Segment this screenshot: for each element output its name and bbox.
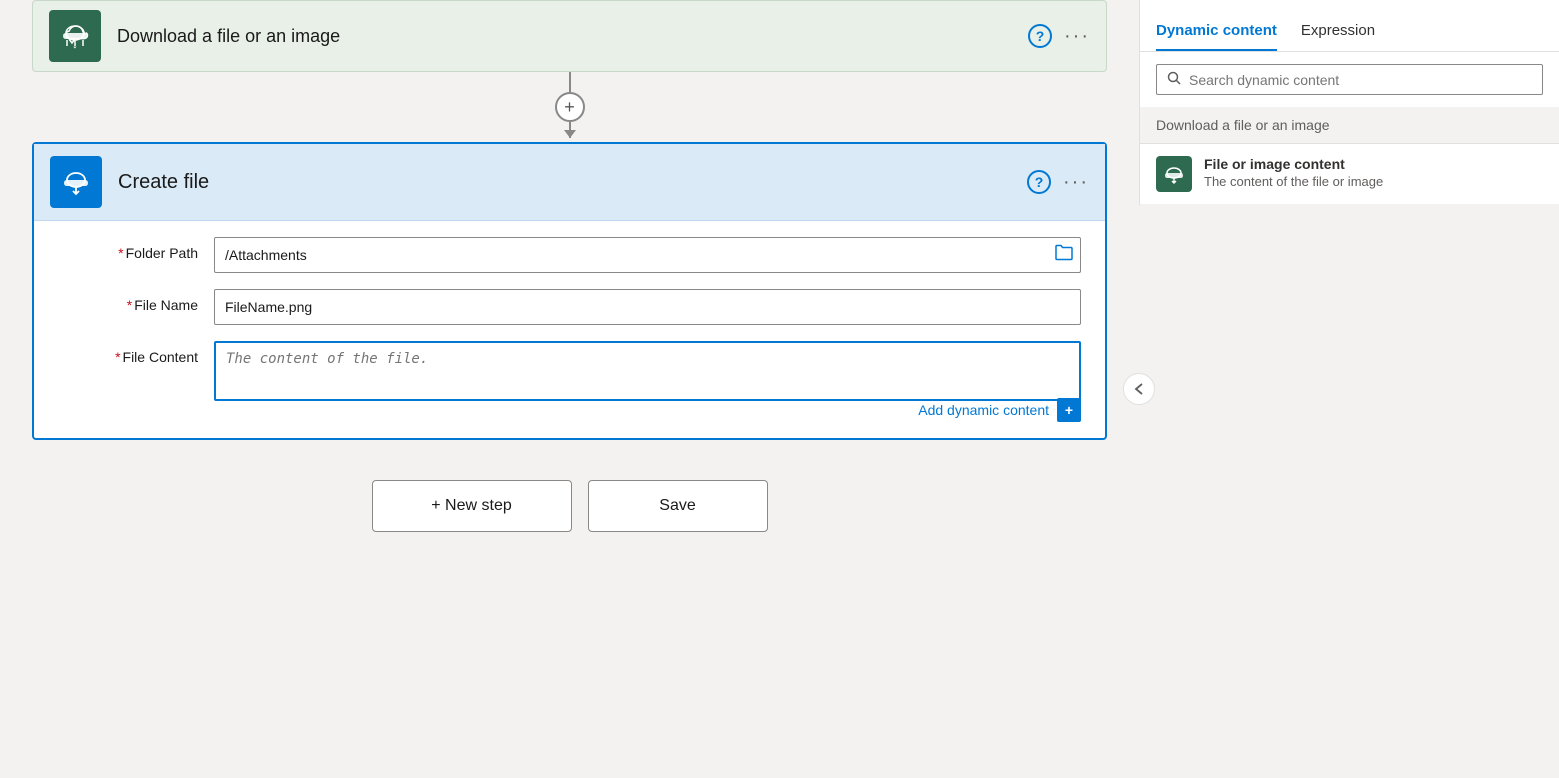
create-file-card-icon	[50, 156, 102, 208]
folder-path-label: *Folder Path	[58, 237, 198, 261]
browse-folder-button[interactable]	[1055, 245, 1073, 266]
connector-line-top	[569, 72, 571, 92]
content-item-text: File or image content The content of the…	[1204, 156, 1383, 189]
content-item-title: File or image content	[1204, 156, 1383, 172]
connector-arrow	[569, 122, 571, 138]
create-file-more-button[interactable]: ···	[1063, 171, 1089, 194]
download-card-actions: ? ···	[1028, 24, 1090, 48]
download-help-button[interactable]: ?	[1028, 24, 1052, 48]
save-button[interactable]: Save	[588, 480, 768, 532]
search-icon	[1167, 71, 1181, 88]
bottom-actions: + New step Save	[372, 480, 768, 532]
dynamic-content-item[interactable]: File or image content The content of the…	[1140, 144, 1559, 205]
create-file-action-card: Create file ? ··· *Folder Path	[32, 142, 1107, 440]
download-action-card: ↓ Download a file or an image ? ···	[32, 0, 1107, 72]
download-card-icon: ↓	[49, 10, 101, 62]
file-content-textarea[interactable]	[214, 341, 1081, 401]
folder-path-input[interactable]	[214, 237, 1081, 273]
add-step-button[interactable]: +	[555, 92, 585, 122]
tab-dynamic-content[interactable]: Dynamic content	[1156, 10, 1277, 51]
right-panel-wrapper: Dynamic content Expression Download a fi…	[1139, 0, 1559, 778]
add-dynamic-content-button[interactable]: +	[1057, 398, 1081, 422]
file-name-input-wrapper	[214, 289, 1081, 325]
step-connector: +	[555, 72, 585, 142]
create-file-form: *Folder Path *File Name	[34, 221, 1105, 438]
file-name-input[interactable]	[214, 289, 1081, 325]
right-panel: Dynamic content Expression Download a fi…	[1139, 0, 1559, 205]
folder-path-required: *	[118, 245, 123, 261]
file-content-row: *File Content Add dynamic content +	[58, 341, 1081, 422]
file-content-required: *	[115, 349, 120, 365]
cloud-upload-icon	[60, 168, 92, 196]
file-content-label: *File Content	[58, 341, 198, 365]
create-file-card-header: Create file ? ···	[34, 144, 1105, 221]
search-box	[1156, 64, 1543, 95]
cloud-icon: ↓	[59, 22, 91, 50]
panel-collapse-button[interactable]	[1123, 373, 1155, 405]
download-card-title: Download a file or an image	[117, 26, 1028, 47]
content-item-icon	[1156, 156, 1192, 192]
file-name-label: *File Name	[58, 289, 198, 313]
file-name-required: *	[127, 297, 132, 313]
create-file-card-actions: ? ···	[1027, 170, 1089, 194]
create-file-help-button[interactable]: ?	[1027, 170, 1051, 194]
folder-icon	[1055, 245, 1073, 261]
folder-path-row: *Folder Path	[58, 237, 1081, 273]
search-dynamic-content-input[interactable]	[1189, 72, 1532, 88]
dynamic-content-row: Add dynamic content +	[214, 398, 1081, 422]
add-dynamic-content-link[interactable]: Add dynamic content	[918, 402, 1049, 418]
panel-tabs: Dynamic content Expression	[1140, 0, 1559, 52]
dynamic-content-section-header: Download a file or an image	[1140, 107, 1559, 144]
tab-expression[interactable]: Expression	[1301, 10, 1375, 51]
create-file-card-title: Create file	[118, 171, 1027, 194]
download-more-button[interactable]: ···	[1064, 25, 1090, 48]
folder-path-input-wrapper	[214, 237, 1081, 273]
file-name-row: *File Name	[58, 289, 1081, 325]
content-item-description: The content of the file or image	[1204, 174, 1383, 189]
file-image-icon	[1163, 164, 1185, 184]
file-content-input-wrapper: Add dynamic content +	[214, 341, 1081, 422]
new-step-button[interactable]: + New step	[372, 480, 572, 532]
chevron-left-icon	[1134, 382, 1144, 396]
